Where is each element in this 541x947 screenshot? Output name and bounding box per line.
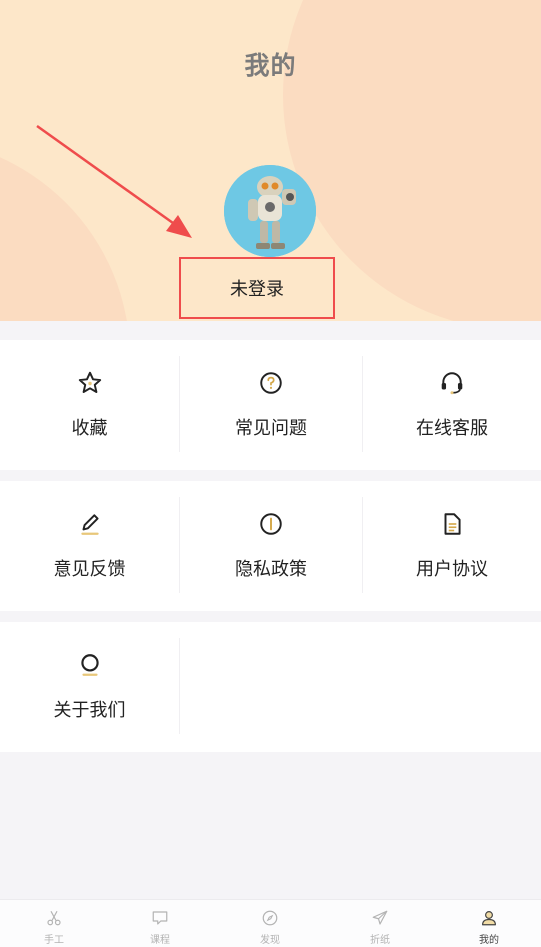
menu-item-feedback[interactable]: 意见反馈 [0,481,179,611]
paper-plane-icon [372,910,388,925]
headset-icon [441,372,463,395]
user-icon [482,911,496,926]
page-title: 我的 [244,51,297,80]
menu-item-label: 隐私政策 [235,559,307,580]
menu-item-label: 意见反馈 [53,559,126,580]
tab-label: 课程 [150,935,170,946]
menu-item-label: 收藏 [71,418,108,439]
circle-icon [80,654,99,676]
tab-handcraft[interactable]: 手工 [0,900,108,947]
tab-label: 手工 [44,935,64,946]
login-status-button[interactable]: 未登录 [179,257,335,319]
tab-mine[interactable]: 我的 [435,900,541,947]
menu-item-privacy[interactable]: 隐私政策 [180,481,362,611]
document-icon [444,513,461,535]
chat-bubble-icon [152,911,168,925]
menu-item-about-us[interactable]: 关于我们 [0,622,179,752]
menu-item-user-agreement[interactable]: 用户协议 [363,481,541,611]
robot-avatar-icon [224,165,316,257]
decor-circle-left [0,138,130,321]
menu-item-faq[interactable]: 常见问题 [180,340,362,470]
menu-item-favorites[interactable]: 收藏 [0,340,179,470]
tab-label: 我的 [479,935,499,946]
tab-origami[interactable]: 折纸 [326,900,434,947]
menu-card-3: 关于我们 [0,622,541,752]
menu-item-label: 关于我们 [53,700,126,721]
tab-courses[interactable]: 课程 [106,900,214,947]
pencil-icon [80,514,99,535]
profile-header: 我的 未登录 [0,0,541,321]
login-status-label: 未登录 [230,279,284,300]
tab-discover[interactable]: 发现 [216,900,324,947]
menu-item-label: 在线客服 [416,418,488,439]
info-icon [260,513,282,535]
compass-icon [262,910,278,926]
menu-card-1: 收藏 常见问题 在线客服 [0,340,541,470]
menu-card-2: 意见反馈 隐私政策 用户协议 [0,481,541,611]
avatar[interactable] [224,165,316,257]
question-icon [260,372,282,394]
scissors-icon [47,910,61,926]
tab-label: 折纸 [370,935,390,946]
tab-label: 发现 [260,935,280,946]
divider [179,638,180,734]
star-icon [78,371,101,393]
bottom-tab-bar: 手工 课程 发现 折纸 我的 [0,899,541,947]
menu-item-customer-service[interactable]: 在线客服 [363,340,541,470]
menu-item-label: 用户协议 [416,559,488,580]
menu-item-label: 常见问题 [235,418,307,439]
